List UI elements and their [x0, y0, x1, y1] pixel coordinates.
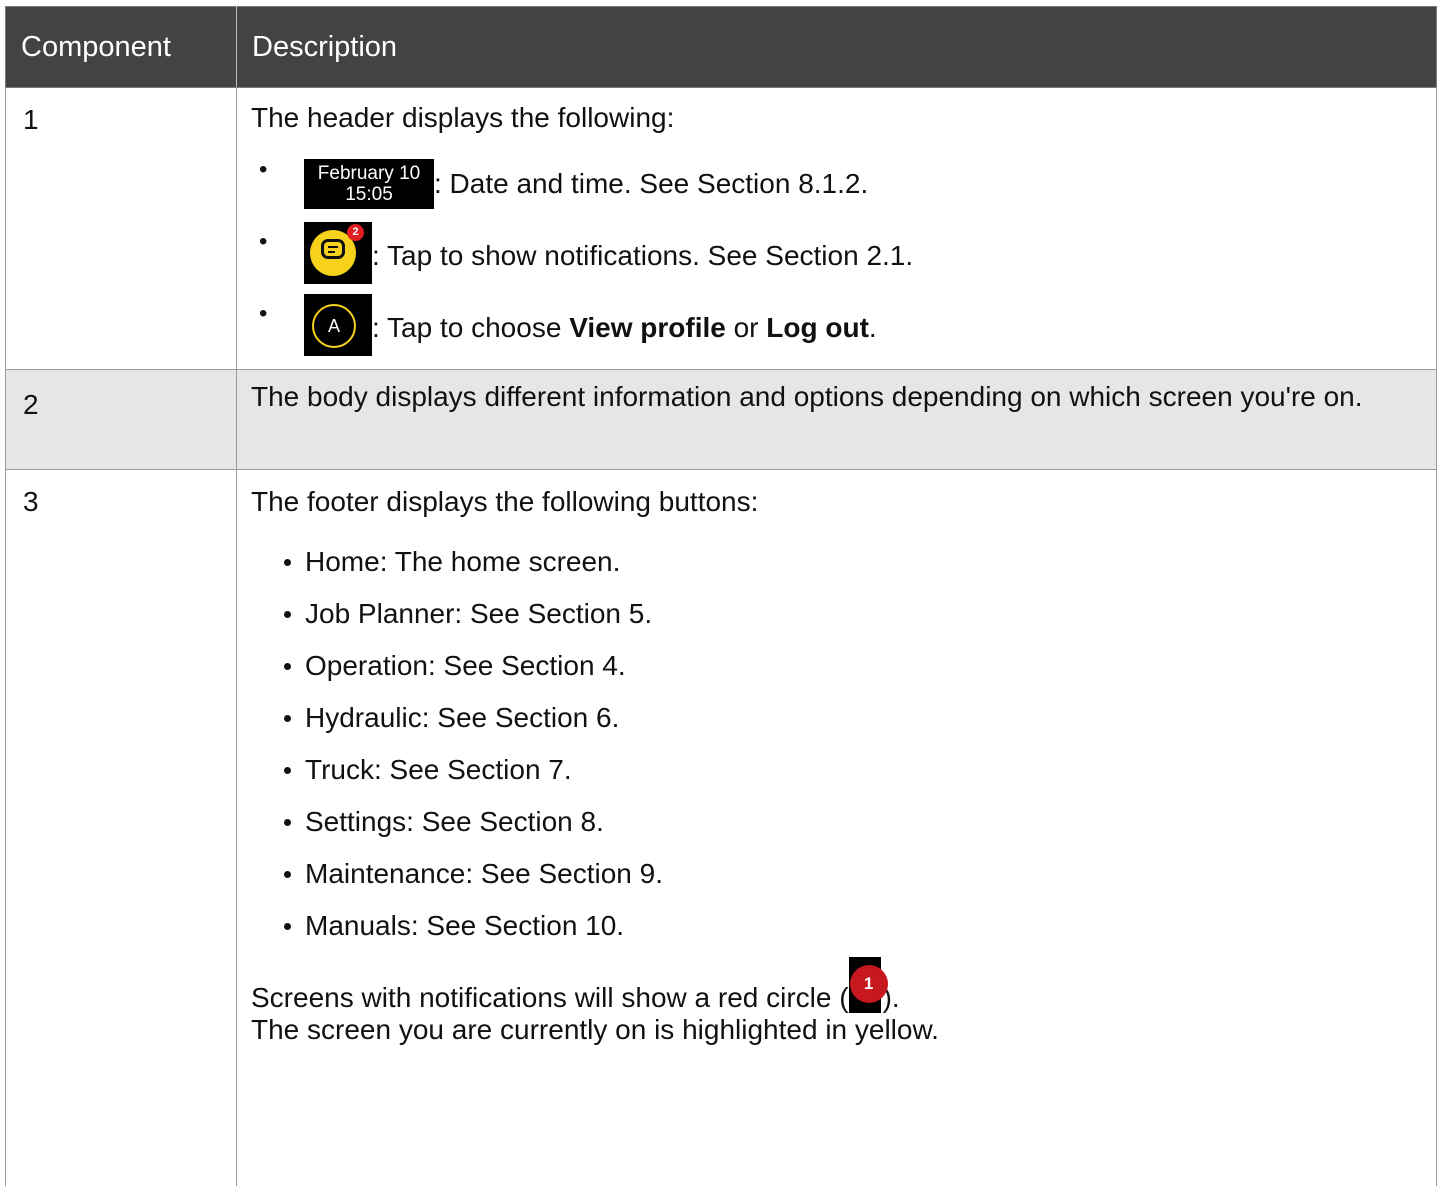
red-circle-badge: 1 [850, 965, 888, 1003]
component-number: 1 [6, 88, 237, 370]
list-item: Home: The home screen. [251, 536, 1436, 588]
list-item-notifications: • 2 : Tap to show notifications. See Sec… [251, 220, 1436, 292]
description-intro: The header displays the following: [251, 102, 1436, 134]
table-header-row: Component Description [6, 7, 1437, 88]
notification-badge: 2 [347, 224, 364, 241]
chat-bubble-icon [321, 239, 345, 259]
avatar-letter: A [312, 304, 356, 348]
column-header-component: Component [6, 7, 237, 88]
highlight-note: The screen you are currently on is highl… [251, 1014, 939, 1045]
list-item-profile: • A : Tap to choose View profile or Log … [251, 292, 1436, 364]
list-item: Manuals: See Section 10. [251, 900, 1436, 952]
component-description: The footer displays the following button… [237, 470, 1437, 1186]
date-time: 15:05 [304, 184, 434, 205]
table-row: 2 The body displays different informatio… [6, 370, 1437, 470]
profile-avatar-icon: A [304, 294, 372, 356]
list-item: Truck: See Section 7. [251, 744, 1436, 796]
item-text: : Tap to choose View profile or Log out. [372, 312, 877, 344]
list-item: Settings: See Section 8. [251, 796, 1436, 848]
component-number: 2 [6, 370, 237, 470]
column-header-description: Description [237, 7, 1437, 88]
bullet: • [259, 156, 267, 184]
list-item: Hydraulic: See Section 6. [251, 692, 1436, 744]
bullet: • [259, 228, 267, 256]
notifications-icon: 2 [304, 222, 372, 284]
table-row: 3 The footer displays the following butt… [6, 470, 1437, 1186]
list-item-date: • February 10 15:05 : Date and time. See… [251, 148, 1436, 220]
components-table: Component Description 1 The header displ… [5, 6, 1437, 1186]
item-text: : Date and time. See Section 8.1.2. [434, 168, 868, 200]
component-description: The header displays the following: • Feb… [237, 88, 1437, 370]
red-circle-icon: 1 [849, 957, 881, 1013]
table-row: 1 The header displays the following: • F… [6, 88, 1437, 370]
date-time-icon: February 10 15:05 [304, 159, 434, 209]
component-description: The body displays different information … [237, 370, 1437, 470]
item-text: : Tap to show notifications. See Section… [372, 240, 913, 272]
list-item: Job Planner: See Section 5. [251, 588, 1436, 640]
component-number: 3 [6, 470, 237, 1186]
header-items-list: • February 10 15:05 : Date and time. See… [251, 148, 1436, 364]
footer-buttons-list: Home: The home screen. Job Planner: See … [251, 536, 1436, 952]
date-month: February 10 [304, 163, 434, 184]
log-out-label: Log out [766, 312, 869, 343]
view-profile-label: View profile [569, 312, 726, 343]
notification-note: Screens with notifications will show a r… [251, 982, 1436, 1046]
list-item: Maintenance: See Section 9. [251, 848, 1436, 900]
description-intro: The footer displays the following button… [251, 486, 1436, 518]
bullet: • [259, 300, 267, 328]
list-item: Operation: See Section 4. [251, 640, 1436, 692]
